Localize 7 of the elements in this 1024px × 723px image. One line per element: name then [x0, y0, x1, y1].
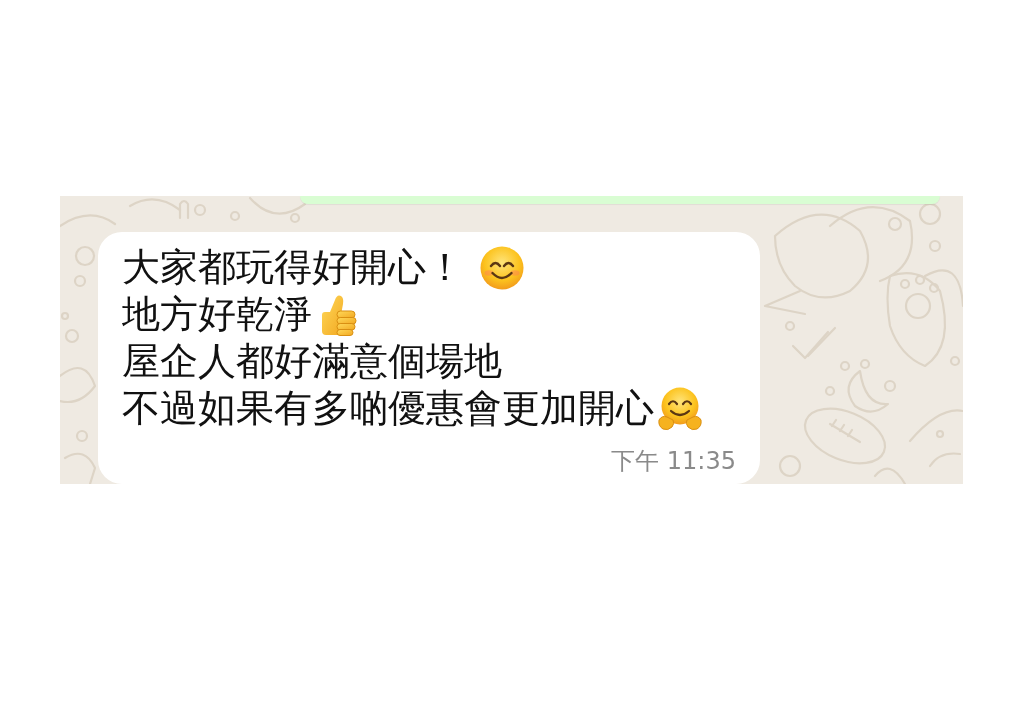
- smiling-face-icon: [480, 245, 524, 290]
- hugging-face-icon: [658, 386, 702, 431]
- message-text: 大家都玩得好開心！: [122, 244, 464, 291]
- message-text: 不過如果有多啲優惠會更加開心: [122, 385, 654, 432]
- message-text: 地方好乾淨: [122, 291, 312, 338]
- message-time: 下午 11:35: [611, 446, 736, 476]
- message-text: 屋企人都好滿意個場地: [122, 338, 502, 385]
